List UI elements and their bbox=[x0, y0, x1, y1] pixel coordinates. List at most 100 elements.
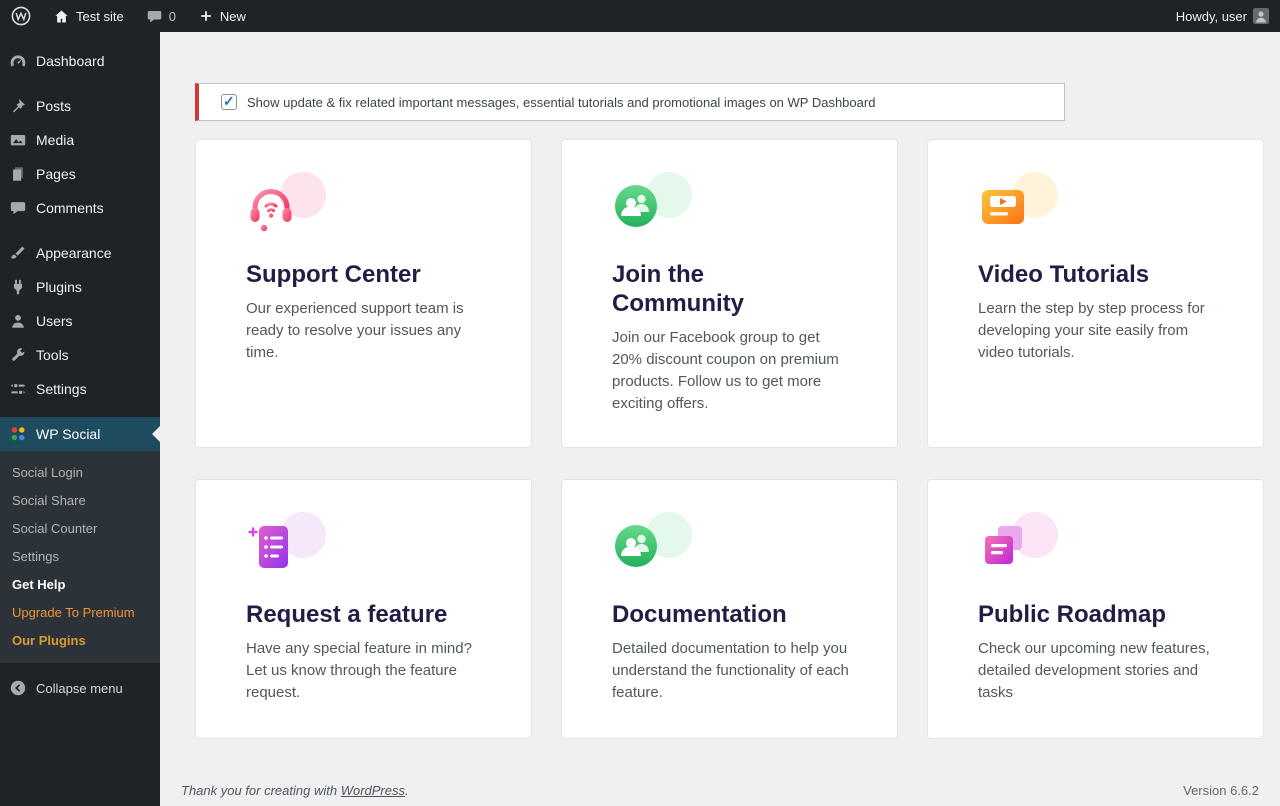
feature-list-icon bbox=[246, 520, 326, 578]
new-content-label: New bbox=[220, 9, 246, 24]
notice-checkbox[interactable] bbox=[221, 94, 237, 110]
version-text: Version 6.6.2 bbox=[1183, 783, 1259, 798]
notice-text: Show update & fix related important mess… bbox=[247, 95, 875, 110]
sidebar-item-label: Plugins bbox=[36, 279, 82, 295]
comments-bubble-icon bbox=[146, 8, 163, 25]
main-content: Show update & fix related important mess… bbox=[160, 32, 1280, 806]
appearance-brush-icon bbox=[0, 244, 36, 262]
site-name-label: Test site bbox=[76, 9, 124, 24]
avatar-person-icon bbox=[1253, 8, 1269, 24]
video-playlist-icon bbox=[978, 180, 1058, 238]
help-cards-grid: Support Center Our experienced support t… bbox=[195, 139, 1265, 739]
card-request-feature[interactable]: Request a feature Have any special featu… bbox=[195, 479, 532, 739]
dashboard-messages-notice: Show update & fix related important mess… bbox=[195, 83, 1065, 121]
sidebar-item-label: Comments bbox=[36, 200, 104, 216]
collapse-menu-label: Collapse menu bbox=[36, 681, 123, 696]
sidebar-item-label: Users bbox=[36, 313, 73, 329]
sidebar-item-label: Media bbox=[36, 132, 74, 148]
sidebar-item-label: Appearance bbox=[36, 245, 112, 261]
sidebar-item-label: WP Social bbox=[36, 426, 100, 442]
card-public-roadmap[interactable]: Public Roadmap Check our upcoming new fe… bbox=[927, 479, 1264, 739]
sidebar-item-users[interactable]: Users bbox=[0, 304, 160, 338]
howdy-label: Howdy, user bbox=[1176, 9, 1247, 24]
media-icon bbox=[0, 131, 36, 149]
submenu-item-social-share[interactable]: Social Share bbox=[0, 487, 160, 515]
card-description: Check our upcoming new features, detaile… bbox=[978, 638, 1216, 704]
comments-count: 0 bbox=[169, 9, 176, 24]
card-description: Our experienced support team is ready to… bbox=[246, 298, 484, 364]
footer-thanks: Thank you for creating with WordPress. bbox=[181, 783, 409, 798]
card-title: Join the Community bbox=[612, 260, 832, 318]
sidebar-item-media[interactable]: Media bbox=[0, 123, 160, 157]
footer-period: . bbox=[405, 783, 409, 798]
comments-shortcut[interactable]: 0 bbox=[135, 0, 187, 32]
collapse-menu-button[interactable]: Collapse menu bbox=[0, 671, 160, 705]
card-description: Learn the step by step process for devel… bbox=[978, 298, 1216, 364]
card-title: Request a feature bbox=[246, 600, 466, 629]
sidebar-item-label: Posts bbox=[36, 98, 71, 114]
site-name-button[interactable]: Test site bbox=[42, 0, 135, 32]
card-title: Documentation bbox=[612, 600, 832, 629]
card-documentation[interactable]: Documentation Detailed documentation to … bbox=[561, 479, 898, 739]
sidebar-item-label: Dashboard bbox=[36, 53, 105, 69]
sidebar-item-tools[interactable]: Tools bbox=[0, 338, 160, 372]
users-icon bbox=[0, 312, 36, 330]
admin-menu: Dashboard Posts Media Pages Comments bbox=[0, 32, 160, 451]
comments-icon bbox=[0, 199, 36, 217]
sidebar-item-posts[interactable]: Posts bbox=[0, 89, 160, 123]
wp-social-logo-icon bbox=[0, 425, 36, 443]
submenu-item-our-plugins[interactable]: Our Plugins bbox=[0, 627, 160, 655]
submenu-item-social-login[interactable]: Social Login bbox=[0, 459, 160, 487]
card-support-center[interactable]: Support Center Our experienced support t… bbox=[195, 139, 532, 448]
wp-social-submenu: Social Login Social Share Social Counter… bbox=[0, 451, 160, 663]
roadmap-docs-icon bbox=[978, 520, 1058, 578]
card-description: Join our Facebook group to get 20% disco… bbox=[612, 327, 850, 415]
settings-sliders-icon bbox=[0, 380, 36, 398]
admin-bar: Test site 0 New Howdy, user bbox=[0, 0, 1280, 32]
submenu-item-upgrade-to-premium[interactable]: Upgrade To Premium bbox=[0, 599, 160, 627]
card-description: Have any special feature in mind? Let us… bbox=[246, 638, 484, 704]
pushpin-icon bbox=[0, 97, 36, 115]
sidebar-item-settings[interactable]: Settings bbox=[0, 372, 160, 406]
community-people-icon bbox=[612, 180, 692, 238]
sidebar-item-dashboard[interactable]: Dashboard bbox=[0, 44, 160, 78]
submenu-item-social-counter[interactable]: Social Counter bbox=[0, 515, 160, 543]
card-video-tutorials[interactable]: Video Tutorials Learn the step by step p… bbox=[927, 139, 1264, 448]
sidebar-item-label: Settings bbox=[36, 381, 87, 397]
collapse-arrow-icon bbox=[0, 679, 36, 697]
card-title: Video Tutorials bbox=[978, 260, 1198, 289]
sidebar-item-label: Tools bbox=[36, 347, 69, 363]
wordpress-logo-button[interactable] bbox=[0, 0, 42, 32]
footer-thanks-text: Thank you for creating with bbox=[181, 783, 337, 798]
admin-bar-right: Howdy, user bbox=[1165, 0, 1280, 32]
sidebar-item-pages[interactable]: Pages bbox=[0, 157, 160, 191]
submenu-item-settings[interactable]: Settings bbox=[0, 543, 160, 571]
sidebar-item-wp-social[interactable]: WP Social bbox=[0, 417, 160, 451]
sidebar-item-label: Pages bbox=[36, 166, 76, 182]
new-content-button[interactable]: New bbox=[187, 0, 257, 32]
card-description: Detailed documentation to help you under… bbox=[612, 638, 850, 704]
tools-wrench-icon bbox=[0, 346, 36, 364]
sidebar-item-plugins[interactable]: Plugins bbox=[0, 270, 160, 304]
card-join-community[interactable]: Join the Community Join our Facebook gro… bbox=[561, 139, 898, 448]
page-wrap: Show update & fix related important mess… bbox=[160, 32, 1280, 739]
sidebar-item-comments[interactable]: Comments bbox=[0, 191, 160, 225]
card-title: Support Center bbox=[246, 260, 466, 289]
my-account-button[interactable]: Howdy, user bbox=[1165, 0, 1280, 32]
community-people-icon bbox=[612, 520, 692, 578]
pages-icon bbox=[0, 165, 36, 183]
plugins-plug-icon bbox=[0, 278, 36, 296]
headset-icon bbox=[246, 180, 326, 238]
wordpress-link[interactable]: WordPress bbox=[341, 783, 405, 798]
plus-icon bbox=[198, 8, 214, 24]
sidebar-item-appearance[interactable]: Appearance bbox=[0, 236, 160, 270]
submenu-item-get-help[interactable]: Get Help bbox=[0, 571, 160, 599]
admin-sidebar: Dashboard Posts Media Pages Comments bbox=[0, 32, 160, 806]
admin-bar-left: Test site 0 New bbox=[0, 0, 257, 32]
avatar bbox=[1253, 8, 1269, 24]
wordpress-logo-icon bbox=[11, 6, 31, 26]
card-title: Public Roadmap bbox=[978, 600, 1198, 629]
home-icon bbox=[53, 8, 70, 25]
dashboard-gauge-icon bbox=[0, 52, 36, 70]
admin-footer: Thank you for creating with WordPress. V… bbox=[181, 783, 1259, 798]
